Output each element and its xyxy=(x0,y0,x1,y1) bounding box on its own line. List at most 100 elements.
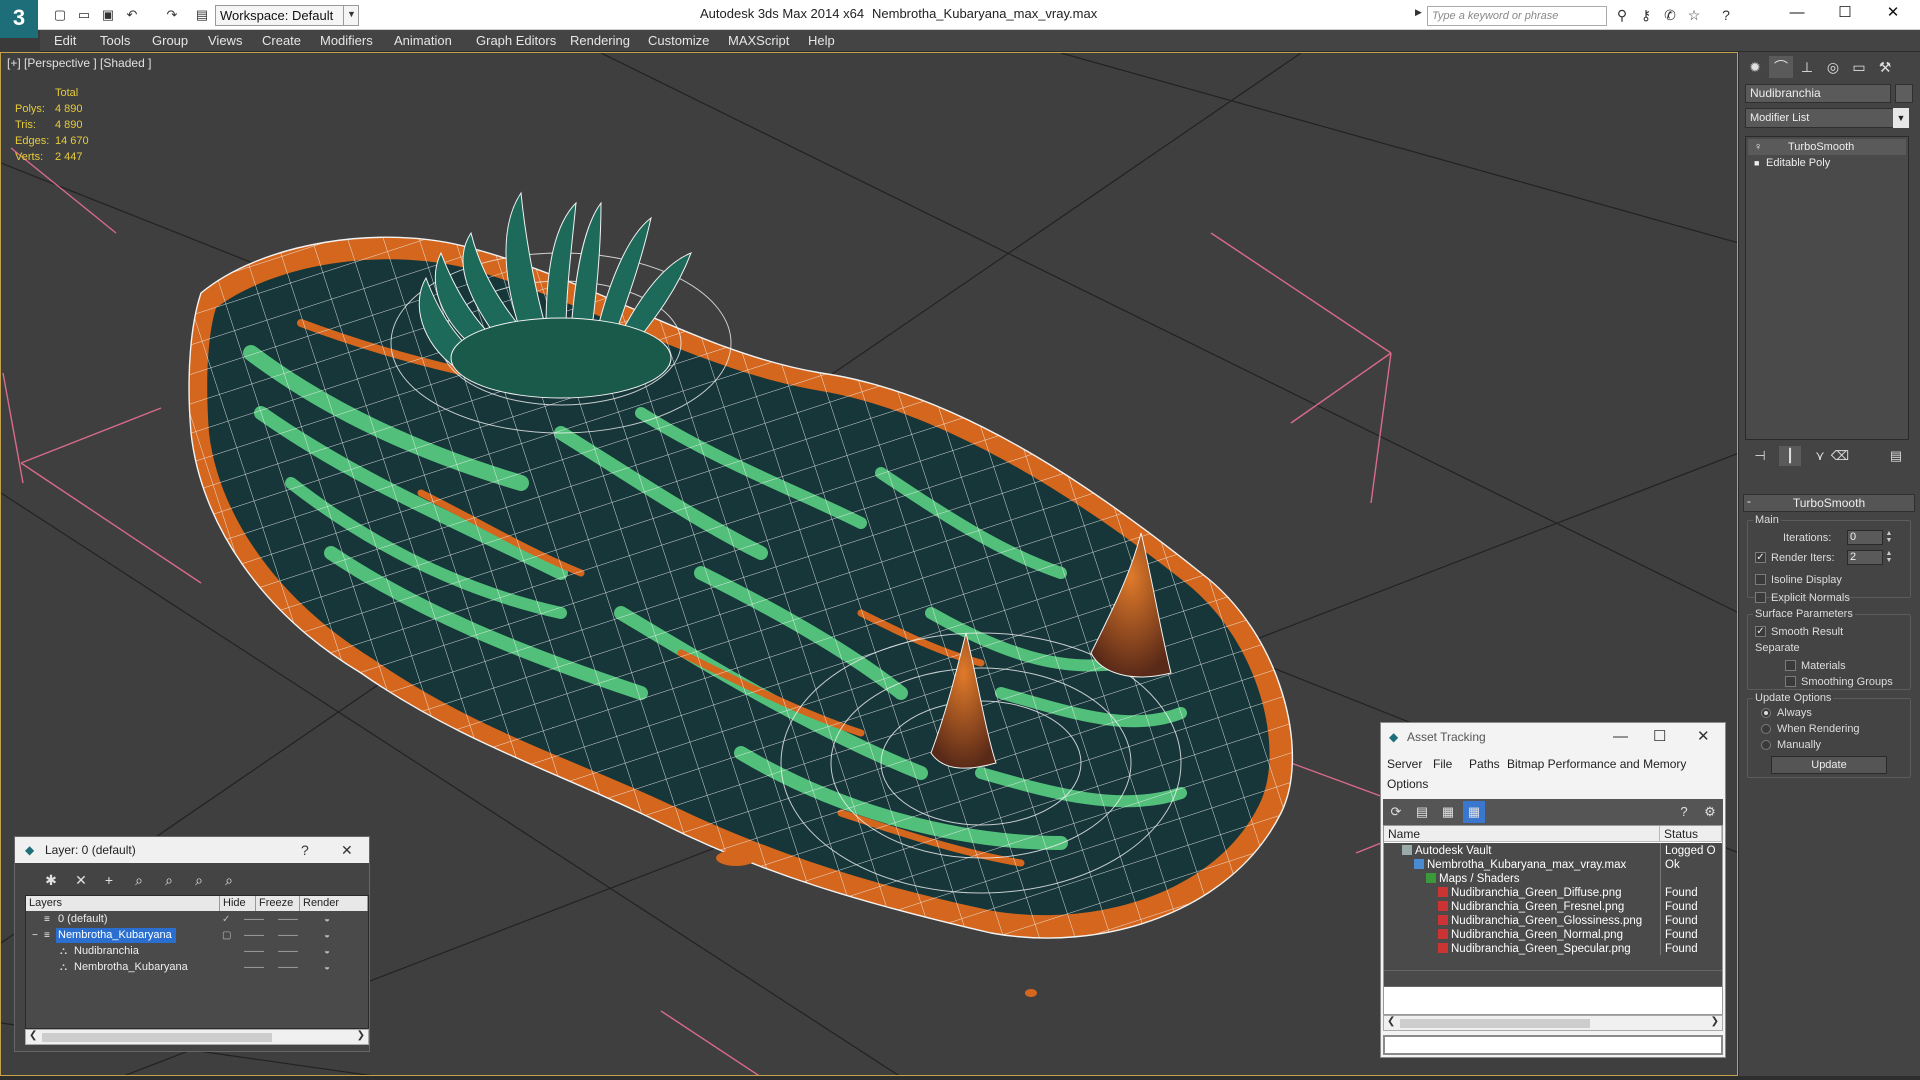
menu-views[interactable]: Views xyxy=(208,33,242,48)
column-status[interactable]: Status xyxy=(1660,826,1722,842)
chevron-down-icon[interactable]: ▼ xyxy=(1893,108,1909,128)
chevron-down-icon[interactable]: ▼ xyxy=(343,5,359,26)
menu-edit[interactable]: Edit xyxy=(54,33,76,48)
materials-checkbox[interactable] xyxy=(1785,660,1796,671)
render-teapot-icon[interactable]: ◒ xyxy=(324,928,330,943)
update-button[interactable]: Update xyxy=(1771,756,1887,774)
menu-bitmap-performance[interactable]: Bitmap Performance and Memory xyxy=(1507,757,1686,771)
modifier-list-dropdown[interactable]: Modifier List xyxy=(1745,108,1909,128)
hide-toggle[interactable]: —— xyxy=(244,912,264,927)
freeze-toggle[interactable]: —— xyxy=(278,960,298,975)
layer-row[interactable]: ≡ 0 (default) ✓ —— —— ◒ xyxy=(26,912,368,927)
render-teapot-icon[interactable]: ◒ xyxy=(324,912,330,927)
utilities-tab-icon[interactable]: ⚒ xyxy=(1873,56,1897,78)
spinner-arrows-icon[interactable]: ▲ ▼ xyxy=(1885,550,1893,565)
freeze-toggle[interactable]: —— xyxy=(278,912,298,927)
hide-toggle[interactable]: —— xyxy=(244,928,264,943)
menu-maxscript[interactable]: MAXScript xyxy=(728,33,789,48)
minimize-button[interactable]: — xyxy=(1613,723,1628,751)
motion-tab-icon[interactable]: ◎ xyxy=(1821,56,1845,78)
always-radio[interactable] xyxy=(1761,708,1771,718)
menu-customize[interactable]: Customize xyxy=(648,33,709,48)
layer-row[interactable]: ⛬ Nudibranchia —— —— ◒ xyxy=(26,944,368,959)
scroll-left-icon[interactable]: ❮ xyxy=(1387,1016,1395,1027)
scroll-right-icon[interactable]: ❯ xyxy=(357,1030,365,1041)
isoline-checkbox[interactable] xyxy=(1755,574,1766,585)
column-freeze[interactable]: Freeze xyxy=(256,896,300,911)
collapse-icon[interactable]: - xyxy=(1747,494,1751,508)
scroll-left-icon[interactable]: ❮ xyxy=(29,1030,37,1041)
open-file-icon[interactable]: ▭ xyxy=(74,6,94,24)
binoculars-icon[interactable]: ⚲ xyxy=(1612,6,1632,24)
active-layer-icon[interactable]: ▢ xyxy=(222,928,231,943)
menu-tools[interactable]: Tools xyxy=(100,33,130,48)
search-expand-icon[interactable]: ▶ xyxy=(1415,7,1422,18)
render-iters-spinner[interactable]: 2 xyxy=(1847,550,1883,565)
list-view-icon[interactable]: ▤ xyxy=(1411,801,1433,823)
stack-item-turbosmooth[interactable]: ♀ TurboSmooth xyxy=(1748,139,1906,155)
menu-modifiers[interactable]: Modifiers xyxy=(320,33,373,48)
pin-stack-icon[interactable]: ⊣ xyxy=(1749,446,1771,466)
hide-toggle[interactable]: —— xyxy=(244,960,264,975)
menu-animation[interactable]: Animation xyxy=(394,33,452,48)
new-file-icon[interactable]: ▢ xyxy=(50,6,70,24)
stack-item-editable-poly[interactable]: ■ Editable Poly xyxy=(1748,155,1906,171)
refresh-icon[interactable]: ⟳ xyxy=(1385,801,1407,823)
checkmark-icon[interactable]: ✓ xyxy=(222,912,230,927)
show-end-result-icon[interactable]: ┃ xyxy=(1779,446,1801,466)
horizontal-scrollbar[interactable]: ❮ ❯ xyxy=(25,1029,369,1045)
communication-icon[interactable]: ✆ xyxy=(1660,6,1680,24)
freeze-all-icon[interactable]: ⌕ xyxy=(217,869,241,891)
manually-radio[interactable] xyxy=(1761,740,1771,750)
smoothing-groups-checkbox[interactable] xyxy=(1785,676,1796,687)
workspace-dropdown[interactable]: Workspace: Default xyxy=(215,5,359,26)
viewport-label[interactable]: [+] [Perspective ] [Shaded ] xyxy=(7,56,151,70)
render-iters-checkbox[interactable]: ✓ xyxy=(1755,552,1766,563)
column-hide[interactable]: Hide xyxy=(220,896,256,911)
horizontal-scrollbar[interactable]: ❮ ❯ xyxy=(1383,1015,1723,1031)
display-tab-icon[interactable]: ▭ xyxy=(1847,56,1871,78)
save-icon[interactable]: ▣ xyxy=(98,6,118,24)
render-teapot-icon[interactable]: ◒ xyxy=(324,944,330,959)
hide-toggle[interactable]: —— xyxy=(244,944,264,959)
layer-row[interactable]: ⛬ Nembrotha_Kubaryana —— —— ◒ xyxy=(26,960,368,975)
explicit-normals-checkbox[interactable] xyxy=(1755,592,1766,603)
settings-icon[interactable]: ⚙ xyxy=(1699,801,1721,823)
menu-help[interactable]: Help xyxy=(808,33,835,48)
expand-icon[interactable]: ■ xyxy=(1754,155,1759,171)
undo-icon[interactable]: ↶ xyxy=(122,6,142,24)
freeze-toggle[interactable]: —— xyxy=(278,928,298,943)
favorites-star-icon[interactable]: ☆ xyxy=(1684,6,1704,24)
scroll-right-icon[interactable]: ❯ xyxy=(1711,1016,1719,1027)
rollout-title[interactable]: TurboSmooth xyxy=(1743,494,1915,512)
column-layers[interactable]: Layers xyxy=(26,896,220,911)
create-tab-icon[interactable]: ✹ xyxy=(1743,56,1767,78)
app-logo-icon[interactable]: 3 xyxy=(0,0,38,38)
menu-server[interactable]: Server xyxy=(1387,757,1422,771)
help-icon[interactable]: ? xyxy=(1716,6,1736,24)
asset-path-field[interactable] xyxy=(1383,1035,1723,1055)
add-selection-icon[interactable]: + xyxy=(97,869,121,891)
column-render[interactable]: Render xyxy=(300,896,368,911)
close-button[interactable]: ✕ xyxy=(341,837,353,863)
subscription-icon[interactable]: ⚷ xyxy=(1636,6,1656,24)
search-input[interactable]: Type a keyword or phrase xyxy=(1427,6,1607,26)
menu-file[interactable]: File xyxy=(1433,757,1452,771)
close-button[interactable]: ✕ xyxy=(1697,723,1710,751)
column-name[interactable]: Name xyxy=(1384,826,1660,842)
select-objects-icon[interactable]: ⌕ xyxy=(127,869,151,891)
redo-icon[interactable]: ↷ xyxy=(162,6,182,24)
help-button[interactable]: ? xyxy=(301,837,309,863)
menu-options[interactable]: Options xyxy=(1387,777,1428,791)
iterations-spinner[interactable]: 0 xyxy=(1847,530,1883,545)
menu-group[interactable]: Group xyxy=(152,33,188,48)
make-unique-icon[interactable]: ⋎ xyxy=(1809,446,1831,466)
project-folder-icon[interactable]: ▤ xyxy=(192,6,212,24)
modify-tab-icon[interactable]: ⌒ xyxy=(1769,56,1793,78)
thumbnail-view-icon[interactable]: ▦ xyxy=(1437,801,1459,823)
menu-paths[interactable]: Paths xyxy=(1469,757,1500,771)
freeze-toggle[interactable]: —— xyxy=(278,944,298,959)
menu-create[interactable]: Create xyxy=(262,33,301,48)
scrollbar-thumb[interactable] xyxy=(42,1033,272,1042)
scrollbar-thumb[interactable] xyxy=(1400,1019,1590,1028)
